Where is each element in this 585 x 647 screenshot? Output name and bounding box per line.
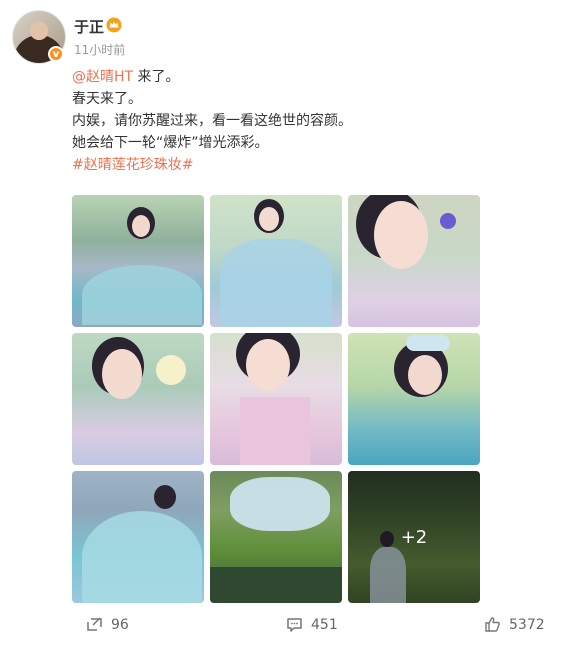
repost-button[interactable]: 96: [86, 616, 129, 633]
vip-crown-icon: [106, 17, 122, 33]
hashtag-line: #赵晴莲花珍珠妆#: [72, 154, 552, 176]
photo-6[interactable]: [348, 333, 480, 465]
photo-1[interactable]: [72, 195, 204, 327]
repost-icon: [87, 617, 102, 631]
photo-2[interactable]: [210, 195, 342, 327]
photo-3[interactable]: [348, 195, 480, 327]
like-button[interactable]: 5372: [484, 616, 545, 633]
repost-count: 96: [111, 616, 129, 633]
like-count: 5372: [509, 616, 545, 633]
photo-7[interactable]: [72, 471, 204, 603]
comment-count: 451: [311, 616, 338, 633]
post-line: @赵晴HT 来了。: [72, 66, 552, 88]
photo-4[interactable]: [72, 333, 204, 465]
photo-grid: +2: [72, 195, 480, 603]
post-text: @赵晴HT 来了。 春天来了。 内娱，请你苏醒过来，看一看这绝世的容颜。 她会给…: [72, 66, 552, 176]
post-line: 她会给下一轮“爆炸”增光添彩。: [72, 135, 269, 151]
post-time[interactable]: 11小时前: [74, 41, 125, 58]
post-line-text: 来了。: [133, 69, 180, 85]
post-line: 内娱，请你苏醒过来，看一看这绝世的容颜。: [72, 113, 352, 129]
photo-8[interactable]: [210, 471, 342, 603]
action-bar: 96 451 5372: [0, 610, 585, 647]
post-line: 春天来了。: [72, 91, 142, 107]
post-header: v 于正 11小时前: [12, 10, 572, 66]
comment-button[interactable]: 451: [286, 616, 338, 633]
like-icon: [485, 617, 500, 632]
verified-badge-icon: v: [48, 46, 64, 62]
mention-link[interactable]: @赵晴HT: [72, 69, 133, 85]
author-name[interactable]: 于正: [74, 16, 104, 37]
hashtag-link[interactable]: #赵晴莲花珍珠妆#: [72, 157, 193, 173]
photo-5[interactable]: [210, 333, 342, 465]
comment-icon: [287, 618, 302, 632]
more-photos-count: +2: [348, 471, 480, 603]
photo-9-more[interactable]: +2: [348, 471, 480, 603]
